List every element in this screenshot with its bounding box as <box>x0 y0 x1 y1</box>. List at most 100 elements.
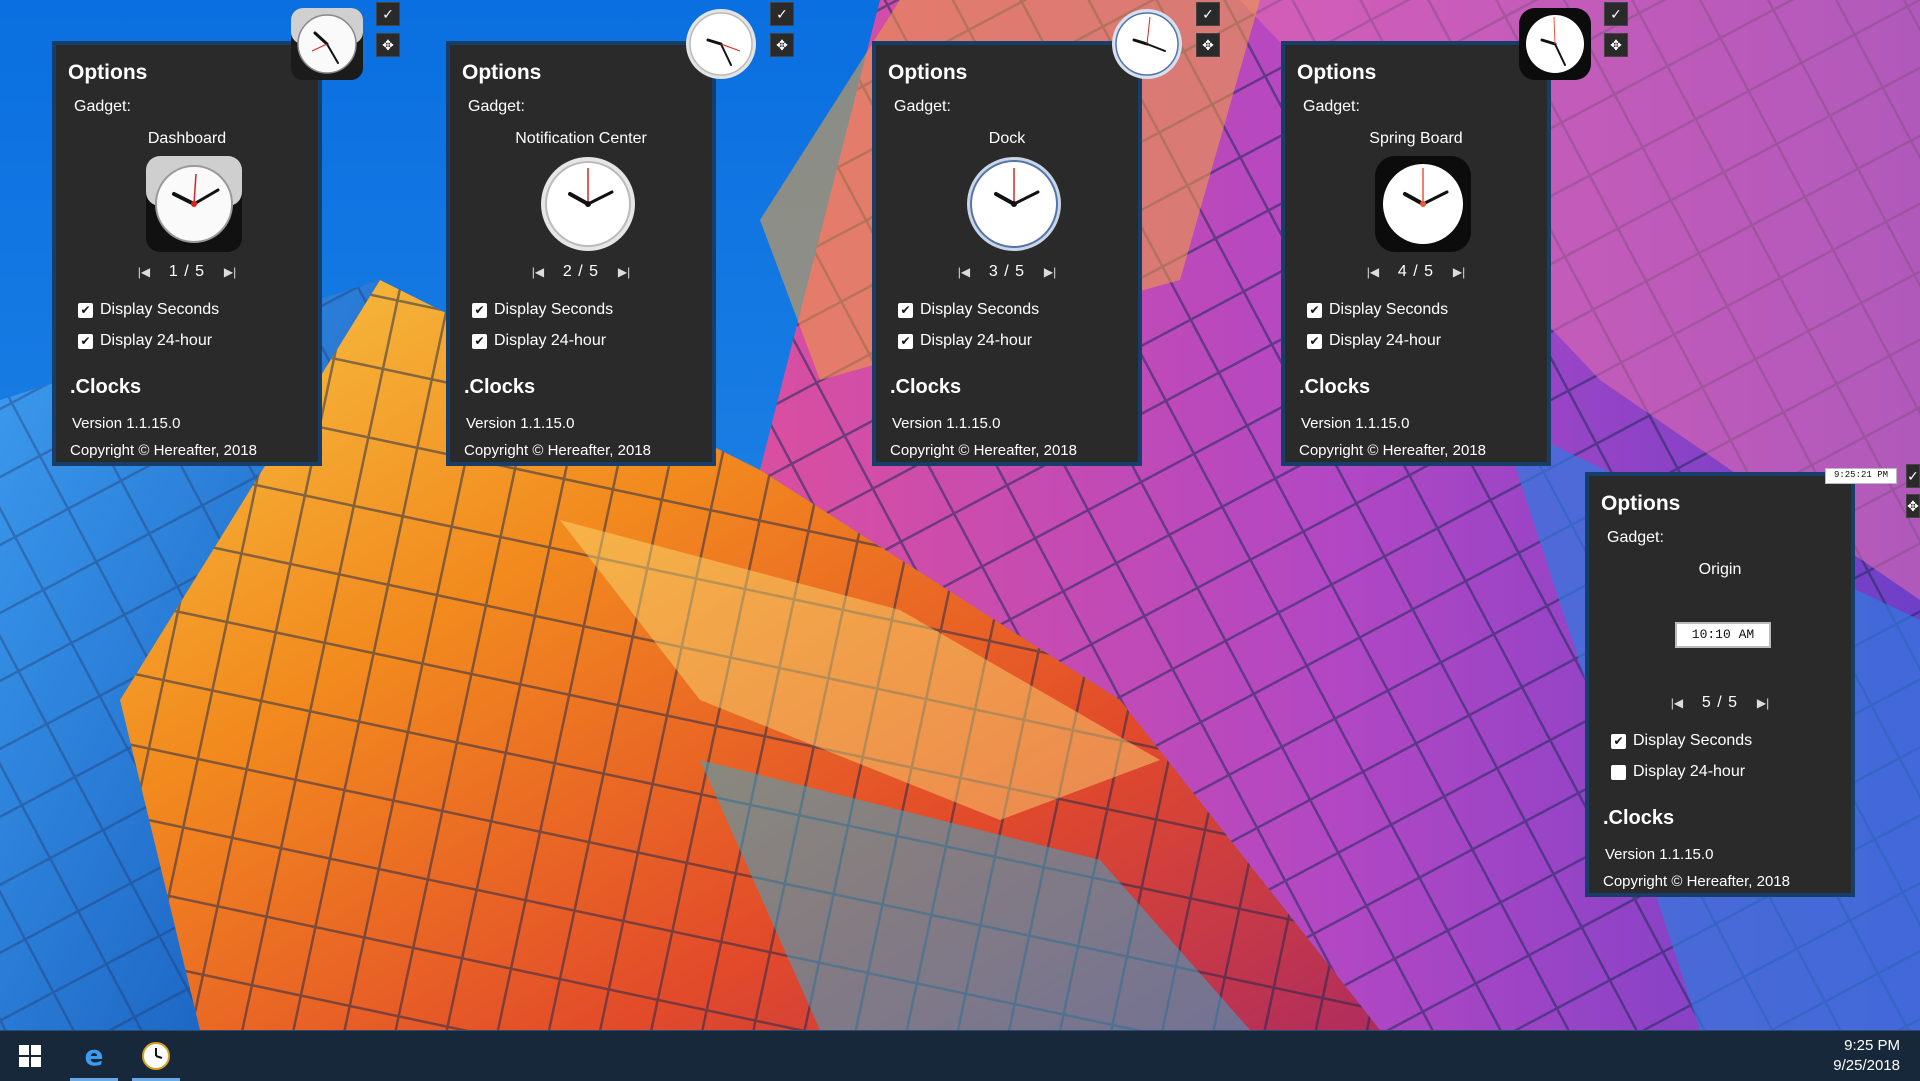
spring-board-clock-gadget-icon[interactable] <box>1518 7 1592 81</box>
gadget-pager: |◀ 5 / 5 ▶| <box>1589 694 1851 712</box>
gadget-name: Spring Board <box>1369 130 1463 147</box>
display-24-hour-checkbox[interactable]: ✔ Display 24-hour <box>898 332 1032 350</box>
clocks-app-button[interactable] <box>128 1031 184 1081</box>
checkmark-icon[interactable]: ✓ <box>770 2 794 26</box>
dashboard-clock-preview-icon <box>146 156 242 252</box>
app-name: .Clocks <box>890 376 962 398</box>
first-page-icon[interactable]: |◀ <box>1668 696 1686 710</box>
checkbox-checked-icon[interactable]: ✔ <box>472 302 487 318</box>
copyright-text: Copyright © Hereafter, 2018 <box>1299 442 1486 459</box>
options-title: Options <box>1297 61 1377 84</box>
checkmark-icon[interactable]: ✓ <box>1196 2 1220 26</box>
options-panel-notification-center: Options Gadget: Notification Center |◀ 2 … <box>446 41 716 466</box>
options-panel-dashboard: Options Gadget: Dashboard |◀ 1 / 5 ▶| ✔ Di… <box>52 41 322 466</box>
gadget-label: Gadget: <box>74 98 131 115</box>
dashboard-clock-gadget-icon[interactable] <box>290 7 364 81</box>
clock-icon <box>142 1042 170 1070</box>
copyright-text: Copyright © Hereafter, 2018 <box>70 442 257 459</box>
gadget-label: Gadget: <box>894 98 951 115</box>
checkmark-icon[interactable]: ✓ <box>376 2 400 26</box>
tray-date: 9/25/2018 <box>1833 1057 1900 1074</box>
gadget-pager: |◀ 2 / 5 ▶| <box>450 263 712 281</box>
display-24-hour-checkbox[interactable]: ✔ Display 24-hour <box>1307 332 1441 350</box>
gadget-pager: |◀ 3 / 5 ▶| <box>876 263 1138 281</box>
checkbox-checked-icon[interactable]: ✔ <box>898 333 913 349</box>
checkbox-label: Display Seconds <box>100 301 220 318</box>
options-panel-dock: Options Gadget: Dock |◀ 3 / 5 ▶| ✔ Display… <box>872 41 1142 466</box>
notification-center-clock-gadget-icon[interactable] <box>684 7 758 81</box>
page-indicator: 1 / 5 <box>168 263 206 280</box>
gadget-name: Origin <box>1698 561 1742 578</box>
last-page-icon[interactable]: ▶| <box>1754 696 1772 710</box>
checkbox-unchecked-icon[interactable] <box>1611 764 1626 780</box>
checkbox-checked-icon[interactable]: ✔ <box>1307 333 1322 349</box>
move-icon[interactable]: ✥ <box>1604 33 1628 57</box>
last-page-icon[interactable]: ▶| <box>615 265 633 279</box>
display-seconds-checkbox[interactable]: ✔ Display Seconds <box>898 301 1039 319</box>
display-seconds-checkbox[interactable]: ✔ Display Seconds <box>78 301 219 319</box>
checkbox-checked-icon[interactable]: ✔ <box>1611 733 1626 749</box>
copyright-text: Copyright © Hereafter, 2018 <box>1603 873 1790 890</box>
last-page-icon[interactable]: ▶| <box>1450 265 1468 279</box>
first-page-icon[interactable]: |◀ <box>135 265 153 279</box>
gadget-pager: |◀ 1 / 5 ▶| <box>56 263 318 281</box>
system-tray-clock[interactable]: 9:25 PM 9/25/2018 <box>1833 1036 1900 1076</box>
checkbox-label: Display 24-hour <box>1633 763 1746 780</box>
dock-clock-gadget-icon[interactable] <box>1110 7 1184 81</box>
display-seconds-checkbox[interactable]: ✔ Display Seconds <box>1611 732 1752 750</box>
first-page-icon[interactable]: |◀ <box>1364 265 1382 279</box>
checkbox-label: Display Seconds <box>1329 301 1449 318</box>
display-24-hour-checkbox[interactable]: Display 24-hour <box>1611 763 1745 781</box>
checkbox-checked-icon[interactable]: ✔ <box>898 302 913 318</box>
move-icon[interactable]: ✥ <box>1196 33 1220 57</box>
svg-text:e: e <box>85 1042 104 1070</box>
tray-time: 9:25 PM <box>1844 1037 1900 1054</box>
display-seconds-checkbox[interactable]: ✔ Display Seconds <box>1307 301 1448 319</box>
app-name: .Clocks <box>464 376 536 398</box>
start-button[interactable] <box>2 1031 58 1081</box>
checkbox-checked-icon[interactable]: ✔ <box>472 333 487 349</box>
checkbox-checked-icon[interactable]: ✔ <box>78 333 93 349</box>
checkbox-label: Display 24-hour <box>1329 332 1442 349</box>
gadget-name: Dock <box>988 130 1026 147</box>
checkmark-icon[interactable]: ✓ <box>1906 464 1920 488</box>
checkbox-label: Display 24-hour <box>920 332 1033 349</box>
move-icon[interactable]: ✥ <box>1906 494 1920 518</box>
move-icon[interactable]: ✥ <box>770 33 794 57</box>
version-text: Version 1.1.15.0 <box>1301 415 1410 432</box>
gadget-label: Gadget: <box>1303 98 1360 115</box>
last-page-icon[interactable]: ▶| <box>221 265 239 279</box>
options-title: Options <box>68 61 148 84</box>
gadget-name: Notification Center <box>515 130 647 147</box>
last-page-icon[interactable]: ▶| <box>1041 265 1059 279</box>
taskbar: e 9:25 PM 9/25/2018 <box>0 1030 1920 1081</box>
page-indicator: 2 / 5 <box>562 263 600 280</box>
version-text: Version 1.1.15.0 <box>466 415 575 432</box>
gadget-label: Gadget: <box>1607 529 1664 546</box>
move-icon[interactable]: ✥ <box>376 33 400 57</box>
checkmark-icon[interactable]: ✓ <box>1604 2 1628 26</box>
checkbox-label: Display 24-hour <box>494 332 607 349</box>
display-24-hour-checkbox[interactable]: ✔ Display 24-hour <box>472 332 606 350</box>
edge-browser-button[interactable]: e <box>66 1031 122 1081</box>
checkbox-label: Display Seconds <box>920 301 1040 318</box>
edge-browser-icon: e <box>85 1042 104 1070</box>
app-name: .Clocks <box>1603 807 1675 829</box>
page-indicator: 3 / 5 <box>988 263 1026 280</box>
dock-clock-preview-icon <box>967 157 1061 251</box>
first-page-icon[interactable]: |◀ <box>529 265 547 279</box>
checkbox-checked-icon[interactable]: ✔ <box>1307 302 1322 318</box>
options-title: Options <box>462 61 542 84</box>
page-indicator: 4 / 5 <box>1397 263 1435 280</box>
options-panel-spring-board: Options Gadget: Spring Board |◀ 4 / 5 ▶| ✔… <box>1281 41 1551 466</box>
windows-logo-icon <box>19 1045 41 1067</box>
first-page-icon[interactable]: |◀ <box>955 265 973 279</box>
origin-digital-clock-gadget[interactable]: 9:25:21 PM <box>1825 468 1897 484</box>
checkbox-checked-icon[interactable]: ✔ <box>78 302 93 318</box>
spring-board-clock-preview-icon <box>1375 156 1471 252</box>
display-24-hour-checkbox[interactable]: ✔ Display 24-hour <box>78 332 212 350</box>
version-text: Version 1.1.15.0 <box>1605 846 1714 863</box>
display-seconds-checkbox[interactable]: ✔ Display Seconds <box>472 301 613 319</box>
gadget-label: Gadget: <box>468 98 525 115</box>
notification-center-clock-preview-icon <box>541 157 635 251</box>
